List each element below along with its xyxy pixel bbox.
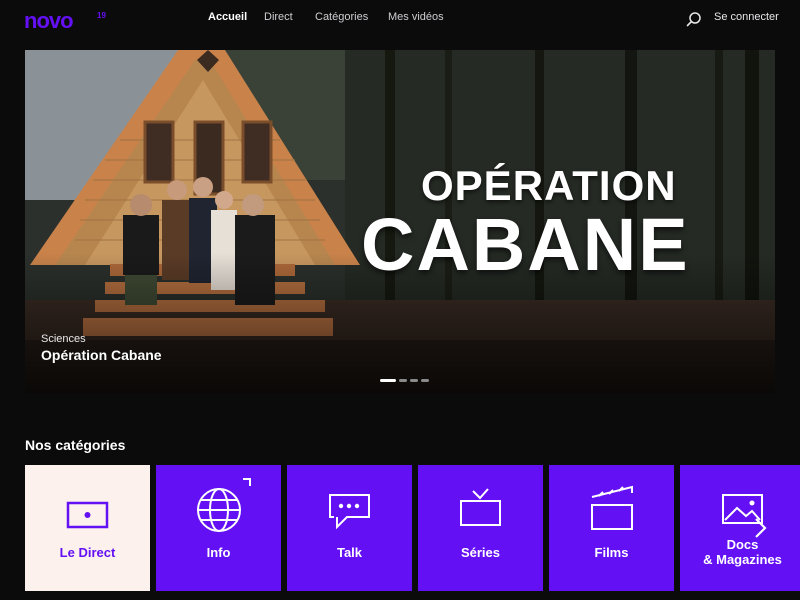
novo-logo[interactable]: novo 19 (24, 8, 108, 30)
chat-bubble-icon (329, 494, 370, 530)
search-icon[interactable] (686, 11, 702, 27)
nav-mes-videos[interactable]: Mes vidéos (388, 11, 444, 23)
category-card-info[interactable]: Info (156, 465, 281, 591)
category-card-series[interactable]: Séries (418, 465, 543, 591)
categories-row: Le Direct Info Talk Séries Films Docs & … (25, 465, 800, 591)
tv-icon (460, 488, 501, 526)
carousel-dot[interactable] (421, 379, 429, 382)
category-label: Films (594, 545, 629, 560)
nav-accueil[interactable]: Accueil (208, 11, 247, 23)
carousel-dot[interactable] (399, 379, 407, 382)
show-logo-line2: CABANE (361, 203, 690, 286)
svg-text:19: 19 (97, 11, 106, 20)
categories-title: Nos catégories (25, 437, 126, 453)
nav-categories[interactable]: Catégories (315, 11, 368, 23)
image-icon (722, 494, 763, 524)
category-card-films[interactable]: Films (549, 465, 674, 591)
hero-banner[interactable]: OPÉRATION CABANE Sciences Opération Caba… (25, 50, 775, 393)
chevron-right-icon[interactable] (750, 515, 770, 541)
category-label: Talk (336, 545, 363, 560)
nav-direct[interactable]: Direct (264, 11, 293, 23)
tv-live-icon (66, 501, 109, 529)
carousel-dot[interactable] (380, 379, 396, 382)
category-card-le-direct[interactable]: Le Direct (25, 465, 150, 591)
category-label: Docs & Magazines (680, 537, 800, 567)
category-label: Séries (460, 545, 501, 560)
svg-text:novo: novo (24, 8, 73, 30)
carousel-indicators (380, 377, 440, 383)
category-label-line2: & Magazines (703, 552, 782, 567)
hero-category: Sciences (41, 333, 86, 345)
clapperboard-icon (591, 485, 633, 530)
category-card-docs[interactable]: Docs & Magazines (680, 465, 800, 591)
category-card-talk[interactable]: Talk (287, 465, 412, 591)
hero-title[interactable]: Opération Cabane (41, 347, 162, 363)
globe-icon (197, 478, 251, 532)
carousel-dot[interactable] (410, 379, 418, 382)
category-label: Le Direct (59, 545, 116, 560)
login-link[interactable]: Se connecter (714, 11, 779, 23)
category-label: Info (206, 545, 231, 560)
top-bar: novo 19 Accueil Direct Catégories Mes vi… (0, 0, 800, 36)
